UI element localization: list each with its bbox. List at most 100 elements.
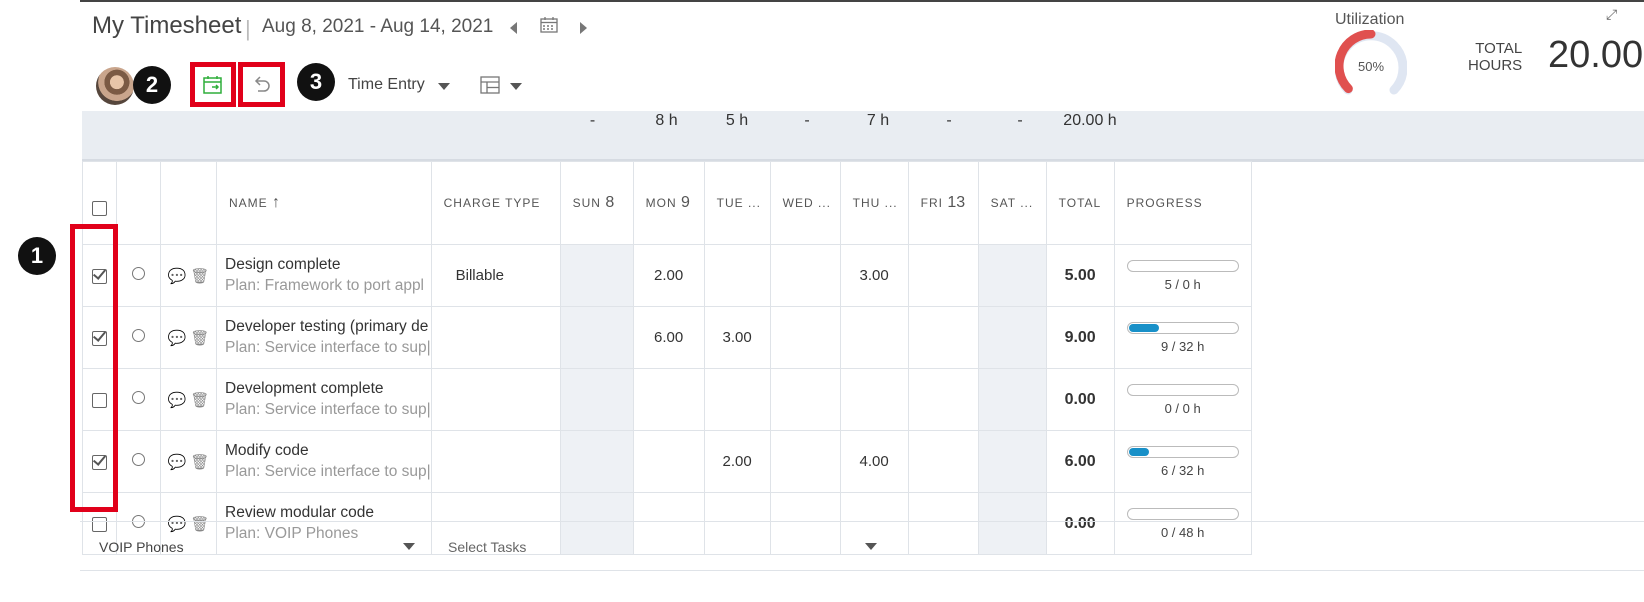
hours-cell[interactable]: 2.00 — [703, 430, 771, 493]
summary-empty-cell — [1125, 111, 1264, 131]
view-selector-chevron-down-icon[interactable] — [438, 83, 450, 90]
hours-cell[interactable] — [907, 306, 979, 369]
layout-chevron-down-icon[interactable] — [510, 83, 522, 90]
avatar[interactable] — [96, 67, 134, 105]
task-name-cell[interactable]: Development complete Plan: Service interf… — [216, 368, 432, 431]
next-week-icon[interactable] — [580, 22, 587, 34]
task-plan: Plan: Framework to port appl — [225, 277, 425, 294]
sort-ascending-icon[interactable]: ↑ — [272, 194, 281, 211]
timesheet-grid: NAME ↑ CHARGE TYPE SUN 8 MON 9 TUE ... WED … — [82, 161, 1252, 555]
project-select-chevron-down-icon[interactable] — [403, 543, 415, 550]
task-name: Review modular code — [225, 504, 375, 521]
day-abbr: SAT ... — [990, 196, 1034, 210]
progress-bar — [1126, 259, 1239, 272]
hours-cell[interactable] — [839, 306, 909, 369]
progress-cell: 6 / 32 h — [1113, 430, 1252, 493]
hours-cell[interactable] — [703, 244, 771, 307]
status-radio[interactable] — [132, 391, 145, 404]
summary-cell: - — [1017, 112, 1023, 129]
annotation-badge-3: 3 — [297, 63, 335, 101]
day-abbr: TUE ... — [716, 196, 761, 210]
annotation-badge-2: 2 — [133, 66, 171, 104]
hours-cell[interactable]: 6.00 — [632, 306, 705, 369]
comment-icon[interactable]: 💬 — [168, 454, 187, 471]
hours-cell[interactable] — [977, 306, 1047, 369]
hours-cell[interactable] — [907, 430, 979, 493]
progress-bar — [1126, 445, 1239, 458]
name-column-header[interactable]: NAME ↑ — [216, 161, 432, 245]
table-row[interactable]: 💬 🗑 Development complete Plan: Service inte… — [82, 368, 1252, 431]
status-radio[interactable] — [132, 453, 145, 466]
summary-cell: - — [589, 112, 596, 129]
progress-bar — [1126, 383, 1239, 396]
hours-cell[interactable]: 3.00 — [703, 306, 771, 369]
layout-grid-icon[interactable] — [480, 76, 500, 94]
hours-cell[interactable] — [559, 306, 634, 369]
table-row[interactable]: 💬 🗑 Design complete Plan: Framework to port… — [82, 244, 1252, 307]
charge-type-cell: Billable — [430, 244, 561, 307]
comment-icon[interactable]: 💬 — [168, 330, 187, 347]
comment-icon[interactable]: 💬 — [168, 392, 187, 409]
hours-cell[interactable] — [769, 244, 841, 307]
task-select-chevron-down-icon[interactable] — [865, 543, 877, 550]
undo-icon — [254, 75, 270, 92]
hours-cell[interactable] — [769, 368, 841, 431]
status-radio[interactable] — [132, 267, 145, 280]
day-abbr: SUN — [572, 196, 601, 210]
expand-icon[interactable]: ⤢ — [1606, 6, 1617, 23]
day-column-header: FRI 13 — [907, 161, 979, 245]
progress-cell: 5 / 0 h — [1113, 244, 1252, 307]
day-column-header: TUE ... — [703, 161, 771, 245]
trash-icon[interactable]: 🗑 — [190, 454, 209, 471]
hours-cell[interactable] — [977, 430, 1047, 493]
progress-text: 5 / 0 h — [1164, 276, 1201, 292]
select-all-checkbox[interactable] — [92, 200, 107, 216]
hours-cell[interactable]: 2.00 — [632, 244, 705, 307]
hours-cell[interactable] — [559, 430, 634, 493]
hours-cell[interactable] — [839, 368, 909, 431]
table-row[interactable]: 💬 🗑 Modify code Plan: Service interface to … — [82, 430, 1252, 493]
hours-cell[interactable] — [977, 244, 1047, 307]
hours-cell[interactable] — [632, 368, 705, 431]
task-plan: Plan: Service interface to sup| — [225, 339, 431, 356]
previous-week-icon[interactable] — [510, 22, 517, 34]
task-select[interactable]: Select Tasks — [448, 539, 526, 555]
hours-cell[interactable] — [559, 244, 634, 307]
charge-type-column-header[interactable]: CHARGE TYPE — [430, 161, 561, 245]
total-hours-label-line2: HOURS — [1468, 57, 1523, 74]
progress-cell: 9 / 32 h — [1113, 306, 1252, 369]
task-name-cell[interactable]: Developer testing (primary de Plan: Servi… — [216, 306, 432, 369]
annotation-badge-1: 1 — [18, 237, 56, 275]
task-name-cell[interactable]: Design complete Plan: Framework to port a… — [216, 244, 432, 307]
hours-cell[interactable] — [907, 244, 979, 307]
calendar-icon[interactable] — [540, 17, 558, 33]
trash-icon[interactable]: 🗑 — [190, 268, 209, 285]
status-radio[interactable] — [132, 329, 145, 342]
hours-cell[interactable] — [559, 368, 634, 431]
hours-cell[interactable] — [769, 430, 841, 493]
hours-cell[interactable] — [703, 368, 771, 431]
trash-icon[interactable]: 🗑 — [190, 330, 209, 347]
day-number: 9 — [680, 194, 690, 211]
project-select[interactable]: VOIP Phones — [99, 539, 184, 555]
hours-cell[interactable] — [769, 306, 841, 369]
copy-last-week-button[interactable] — [190, 62, 236, 107]
row-total: 9.00 — [1045, 306, 1115, 369]
undo-button[interactable] — [238, 62, 285, 107]
trash-icon[interactable]: 🗑 — [190, 392, 209, 409]
day-abbr: THU ... — [852, 196, 898, 210]
comment-icon[interactable]: 💬 — [168, 268, 187, 285]
progress-cell: 0 / 0 h — [1113, 368, 1252, 431]
charge-type-cell — [430, 306, 561, 369]
task-name-cell[interactable]: Modify code Plan: Service interface to su… — [216, 430, 432, 493]
progress-fill — [1128, 447, 1150, 456]
hours-cell[interactable] — [977, 368, 1047, 431]
hours-cell[interactable]: 4.00 — [839, 430, 909, 493]
table-row[interactable]: 💬 🗑 Developer testing (primary de Plan: Ser… — [82, 306, 1252, 369]
hours-cell[interactable] — [907, 368, 979, 431]
progress-text: 0 / 0 h — [1164, 400, 1201, 416]
task-name: Development complete — [225, 380, 384, 397]
hours-cell[interactable]: 3.00 — [839, 244, 909, 307]
hours-cell[interactable] — [632, 430, 705, 493]
view-selector-label[interactable]: Time Entry — [348, 76, 425, 94]
